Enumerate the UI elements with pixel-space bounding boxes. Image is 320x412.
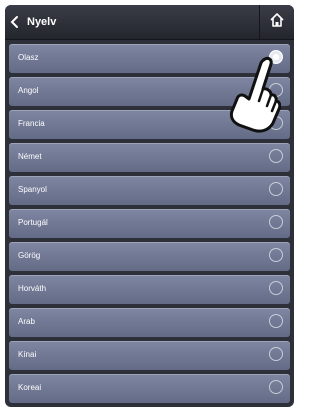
radio-icon[interactable] — [269, 215, 283, 229]
language-list: Olasz Angol Francia Német Spanyol Portug… — [9, 44, 290, 407]
language-item-kinai[interactable]: Kínai — [9, 341, 290, 370]
radio-selected-icon[interactable] — [269, 50, 283, 64]
language-item-gorog[interactable]: Görög — [9, 242, 290, 271]
language-item-spanyol[interactable]: Spanyol — [9, 176, 290, 205]
language-item-portugal[interactable]: Portugál — [9, 209, 290, 238]
language-item-angol[interactable]: Angol — [9, 77, 290, 106]
language-label: Olasz — [18, 53, 39, 62]
radio-icon[interactable] — [269, 248, 283, 262]
radio-icon[interactable] — [269, 380, 283, 394]
home-icon — [269, 12, 285, 33]
language-label: Spanyol — [18, 185, 47, 194]
language-label: Arab — [18, 317, 35, 326]
language-label: Horváth — [18, 284, 47, 293]
language-label: Koreai — [18, 383, 42, 392]
language-item-horvath[interactable]: Horváth — [9, 275, 290, 304]
language-item-olasz[interactable]: Olasz — [9, 44, 290, 73]
radio-icon[interactable] — [269, 347, 283, 361]
language-item-koreai[interactable]: Koreai — [9, 374, 290, 403]
radio-icon[interactable] — [269, 314, 283, 328]
language-screen: Nyelv Olasz Angol Francia Német Spanyol … — [5, 5, 294, 407]
back-button[interactable]: Nyelv — [9, 11, 56, 33]
radio-icon[interactable] — [269, 149, 283, 163]
radio-icon[interactable] — [269, 116, 283, 130]
home-button[interactable] — [259, 5, 294, 39]
language-label: Német — [18, 152, 42, 161]
radio-icon[interactable] — [269, 83, 283, 97]
page-title: Nyelv — [27, 16, 57, 28]
language-item-francia[interactable]: Francia — [9, 110, 290, 139]
radio-icon[interactable] — [269, 281, 283, 295]
language-label: Angol — [18, 86, 39, 95]
top-bar: Nyelv — [5, 5, 294, 40]
language-label: Görög — [18, 251, 41, 260]
radio-icon[interactable] — [269, 182, 283, 196]
language-label: Portugál — [18, 218, 48, 227]
chevron-left-icon — [9, 15, 21, 29]
language-label: Kínai — [18, 350, 37, 359]
language-label: Francia — [18, 119, 45, 128]
language-item-nemet[interactable]: Német — [9, 143, 290, 172]
language-item-arab[interactable]: Arab — [9, 308, 290, 337]
